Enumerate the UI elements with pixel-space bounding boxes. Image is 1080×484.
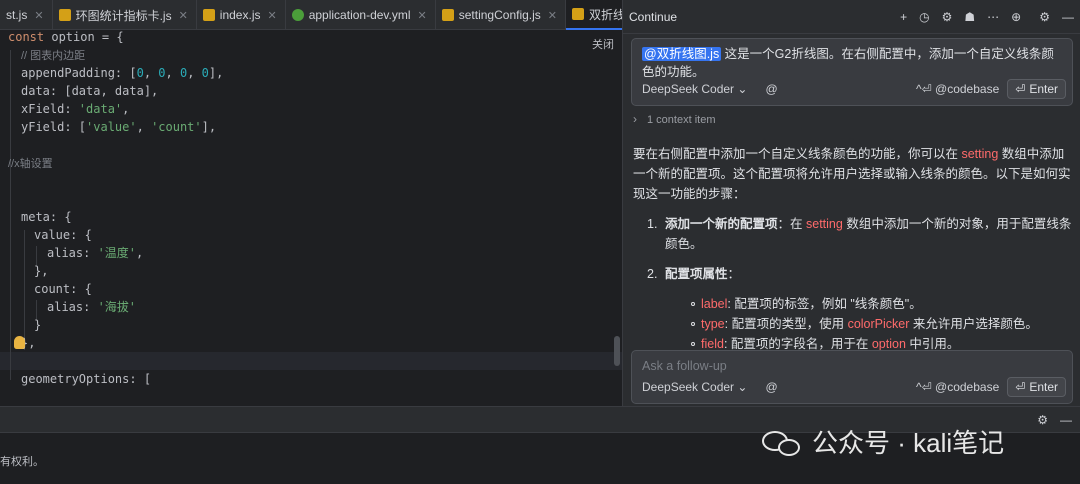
code-line: alias: '海拔' — [47, 300, 137, 314]
tab-label: 环图统计指标卡.js — [75, 8, 172, 23]
code-line: xField: 'data', — [21, 102, 130, 116]
gear-icon[interactable]: ⚙ — [942, 10, 953, 24]
code-line: meta: { — [21, 210, 72, 224]
close-icon[interactable]: ✕ — [418, 9, 427, 22]
code-line: alias: '温度', — [47, 246, 144, 260]
js-file-icon — [58, 9, 71, 21]
code-line: //x轴设置 — [8, 158, 53, 170]
followup-toolbar: DeepSeek Coder ⌄ @ ^⏎ @codebase ⏎ Enter — [642, 377, 1066, 397]
bottom-panel: ⚙ — 有权利。 公众号 · kali笔记 — [0, 406, 1080, 484]
enter-button[interactable]: ⏎ Enter — [1007, 377, 1066, 397]
tab-settingconfig-js[interactable]: settingConfig.js ✕ — [436, 0, 567, 30]
message-toolbar: DeepSeek Coder ⌄ @ ^⏎ @codebase ⏎ Enter — [642, 79, 1066, 99]
current-line-highlight — [0, 352, 622, 370]
close-icon[interactable]: ✕ — [34, 9, 43, 22]
minimize-icon[interactable]: — — [1060, 413, 1072, 427]
continue-header: Continue + ◷ ⚙ ☗ ⋯ ⊕ ⚙ — — [623, 0, 1080, 34]
code-line: } — [34, 318, 42, 332]
code-line: geometryOptions: [ — [21, 372, 152, 386]
sub-list-item: type: 配置项的类型，使用 colorPicker 来允许用户选择颜色。 — [633, 314, 1073, 334]
code-area[interactable]: 关闭 const option = { // 图表内边距 appendPaddi… — [0, 30, 622, 406]
continue-panel: Continue + ◷ ⚙ ☗ ⋯ ⊕ ⚙ — @双折线图.js 这是一个G2… — [622, 0, 1080, 406]
tab-application-dev-yml[interactable]: application-dev.yml ✕ — [286, 0, 436, 30]
list-item: 1. 添加一个新的配置项：在 setting 数组中添加一个新的对象，用于配置线条… — [647, 217, 1072, 251]
code-line: data: [data, data], — [21, 84, 159, 98]
close-label[interactable]: 关闭 — [592, 36, 614, 52]
user-message: @双折线图.js 这是一个G2折线图。在右侧配置中，添加一个自定义线条颜色的功能… — [642, 47, 1054, 79]
editor-tab-bar: st.js ✕ 环图统计指标卡.js ✕ index.js ✕ application… — [0, 0, 708, 30]
list-item: 2. 配置项属性： — [647, 267, 741, 281]
enter-button[interactable]: ⏎ Enter — [1007, 79, 1066, 99]
tab-label: st.js — [6, 8, 28, 22]
user-message-card[interactable]: @双折线图.js 这是一个G2折线图。在右侧配置中，添加一个自定义线条颜色的功能… — [631, 38, 1073, 106]
close-icon[interactable]: ✕ — [267, 9, 276, 22]
sub-list-item: label: 配置项的标签，例如 "线条颜色"。 — [633, 294, 1073, 314]
yml-file-icon — [291, 9, 304, 21]
chevron-down-icon: ⌄ — [737, 380, 748, 394]
enter-icon: ⏎ — [1015, 82, 1026, 96]
tab-index-js[interactable]: index.js ✕ — [197, 0, 286, 30]
js-file-icon — [572, 8, 585, 20]
chevron-down-icon: ⌄ — [737, 82, 748, 96]
context-items-toggle[interactable]: › 1 context item — [633, 112, 715, 126]
history-icon[interactable]: ◷ — [919, 10, 929, 24]
editor-scrollbar[interactable] — [614, 336, 620, 366]
js-file-icon — [202, 9, 215, 21]
tab-st-js[interactable]: st.js ✕ — [0, 0, 53, 30]
code-line: appendPadding: [0, 0, 0, 0], — [21, 66, 224, 80]
tab-label: application-dev.yml — [308, 8, 411, 22]
assistant-answer: 要在右侧配置中添加一个自定义线条颜色的功能，你可以在 setting 数组中添加… — [633, 144, 1073, 354]
more-icon[interactable]: ⋯ — [987, 10, 999, 24]
model-select[interactable]: DeepSeek Coder ⌄ — [642, 380, 747, 394]
at-mention-button[interactable]: @ — [765, 380, 777, 394]
tab-ring-stat-card-js[interactable]: 环图统计指标卡.js ✕ — [53, 0, 197, 30]
answer-paragraph: 要在右侧配置中添加一个自定义线条颜色的功能，你可以在 setting 数组中添加… — [633, 147, 1071, 201]
panel-title: Continue — [629, 9, 678, 24]
watermark: 公众号 · kali笔记 — [762, 423, 1004, 460]
at-mention-button[interactable]: @ — [765, 82, 777, 96]
code-editor: st.js ✕ 环图统计指标卡.js ✕ index.js ✕ application… — [0, 0, 708, 406]
codebase-hint[interactable]: ^⏎ @codebase — [916, 380, 999, 394]
indent-guide — [24, 230, 25, 350]
wechat-logo-icon — [762, 427, 802, 457]
code-line: value: { — [34, 228, 92, 242]
close-icon[interactable]: ✕ — [548, 9, 557, 22]
tab-label: settingConfig.js — [458, 8, 541, 22]
code-line: count: { — [34, 282, 92, 296]
minimize-icon[interactable]: — — [1062, 10, 1074, 24]
lightbulb-icon[interactable] — [14, 336, 25, 349]
settings-icon[interactable]: ⚙ — [1037, 413, 1048, 427]
code-line: }, — [34, 264, 49, 278]
code-line: // 图表内边距 — [21, 50, 86, 62]
enter-icon: ⏎ — [1015, 380, 1026, 394]
followup-placeholder: Ask a follow-up — [642, 359, 727, 373]
globe-icon[interactable]: ⊕ — [1011, 10, 1021, 24]
settings-icon[interactable]: ⚙ — [1039, 10, 1050, 24]
codebase-hint[interactable]: ^⏎ @codebase — [916, 82, 999, 96]
user-icon[interactable]: ☗ — [964, 10, 975, 24]
indent-guide — [10, 50, 11, 380]
model-select[interactable]: DeepSeek Coder ⌄ — [642, 82, 747, 96]
tab-label: index.js — [219, 8, 261, 22]
close-icon[interactable]: ✕ — [179, 9, 188, 22]
output-text: 有权利。 — [0, 455, 44, 468]
code-line: yField: ['value', 'count'], — [21, 120, 217, 134]
chevron-right-icon: › — [633, 112, 637, 126]
followup-input[interactable]: Ask a follow-up DeepSeek Coder ⌄ @ ^⏎ @c… — [631, 350, 1073, 404]
plus-icon[interactable]: + — [900, 10, 907, 24]
js-file-icon — [441, 9, 454, 21]
code-line: const option = { — [8, 30, 124, 44]
watermark-text: 公众号 · kali笔记 — [812, 428, 1005, 458]
file-mention[interactable]: @双折线图.js — [642, 47, 722, 61]
